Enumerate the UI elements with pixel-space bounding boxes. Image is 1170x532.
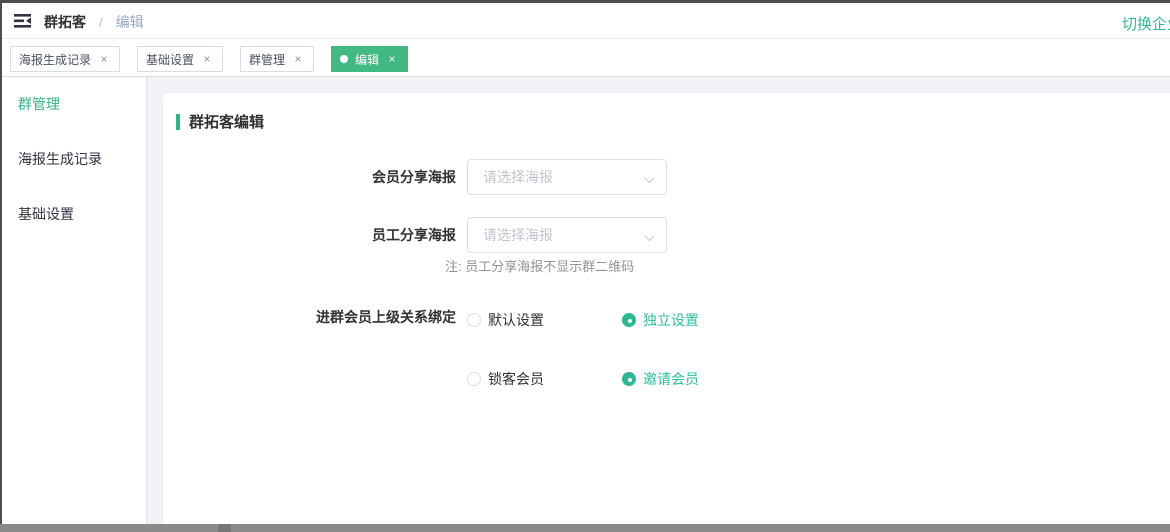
member-type-radio-row: 锁客会员 邀请会员	[467, 369, 699, 389]
header-bar: 群拓客 / 编辑 切换企业	[2, 3, 1170, 39]
close-icon[interactable]: ×	[385, 52, 399, 66]
relation-binding-radio-row: 默认设置 独立设置	[467, 310, 699, 330]
relation-binding-label: 进群会员上级关系绑定	[163, 307, 456, 327]
radio-icon[interactable]	[467, 372, 481, 386]
staff-share-poster-select[interactable]: 请选择海报	[467, 217, 667, 253]
radio-icon[interactable]	[467, 313, 481, 327]
active-dot-icon	[340, 55, 348, 63]
staff-poster-note: 注: 员工分享海报不显示群二维码	[445, 256, 634, 275]
scrollbar-seam	[218, 524, 231, 532]
radio-checked-icon[interactable]	[622, 313, 636, 327]
tab-label: 编辑	[355, 51, 379, 68]
member-share-poster-select[interactable]: 请选择海报	[467, 159, 667, 195]
radio-default-setting[interactable]: 默认设置	[467, 310, 544, 330]
select-placeholder: 请选择海报	[483, 225, 644, 245]
tab-group-management[interactable]: 群管理 ×	[240, 46, 314, 72]
close-icon[interactable]: ×	[97, 52, 111, 66]
radio-independent-setting[interactable]: 独立设置	[622, 310, 699, 330]
tab-edit-active[interactable]: 编辑 ×	[331, 46, 408, 72]
chevron-down-icon	[644, 230, 654, 240]
radio-invited-member[interactable]: 邀请会员	[622, 369, 699, 389]
menu-collapse-icon[interactable]	[12, 11, 34, 31]
radio-locked-member[interactable]: 锁客会员	[467, 369, 544, 389]
switch-enterprise-link[interactable]: 切换企业	[1122, 13, 1170, 34]
breadcrumb-separator: /	[99, 14, 103, 30]
title-accent-bar	[176, 114, 180, 130]
edit-form-card: 群拓客编辑 会员分享海报 请选择海报 员工分享海报 请选择海报 注: 员工分享海…	[162, 92, 1170, 524]
sidebar-item-basic-settings[interactable]: 基础设置	[2, 187, 146, 242]
tab-label: 海报生成记录	[19, 51, 91, 68]
chevron-down-icon	[644, 172, 654, 182]
tab-label: 群管理	[249, 51, 285, 68]
tab-basic-settings[interactable]: 基础设置 ×	[137, 46, 223, 72]
breadcrumb-current: 编辑	[116, 14, 144, 30]
member-share-poster-label: 会员分享海报	[163, 167, 456, 187]
sidebar-item-group-management[interactable]: 群管理	[2, 77, 146, 132]
radio-checked-icon[interactable]	[622, 372, 636, 386]
radio-label[interactable]: 独立设置	[643, 310, 699, 330]
select-placeholder: 请选择海报	[483, 167, 644, 187]
app-window: 群拓客 / 编辑 切换企业 海报生成记录 × 基础设置 × 群管理 ×	[0, 0, 1170, 532]
close-icon[interactable]: ×	[291, 52, 305, 66]
sidebar-menu: 群管理 海报生成记录 基础设置	[2, 77, 147, 524]
horizontal-scrollbar[interactable]	[0, 524, 1170, 532]
tags-view-bar: 海报生成记录 × 基础设置 × 群管理 × 编辑 ×	[2, 39, 1170, 77]
tab-list: 海报生成记录 × 基础设置 × 群管理 × 编辑 ×	[10, 46, 408, 72]
breadcrumb-root-link[interactable]: 群拓客	[44, 14, 86, 30]
radio-label[interactable]: 邀请会员	[643, 369, 699, 389]
radio-label[interactable]: 锁客会员	[488, 369, 544, 389]
tab-label: 基础设置	[146, 51, 194, 68]
sidebar-item-poster-records[interactable]: 海报生成记录	[2, 132, 146, 187]
staff-share-poster-label: 员工分享海报	[163, 225, 456, 245]
page-title-text: 群拓客编辑	[189, 111, 264, 132]
window-left-edge	[0, 0, 2, 532]
breadcrumb: 群拓客 / 编辑	[44, 13, 144, 31]
page-title: 群拓客编辑	[176, 111, 264, 132]
radio-label[interactable]: 默认设置	[488, 310, 544, 330]
tab-poster-records[interactable]: 海报生成记录 ×	[10, 46, 120, 72]
close-icon[interactable]: ×	[200, 52, 214, 66]
